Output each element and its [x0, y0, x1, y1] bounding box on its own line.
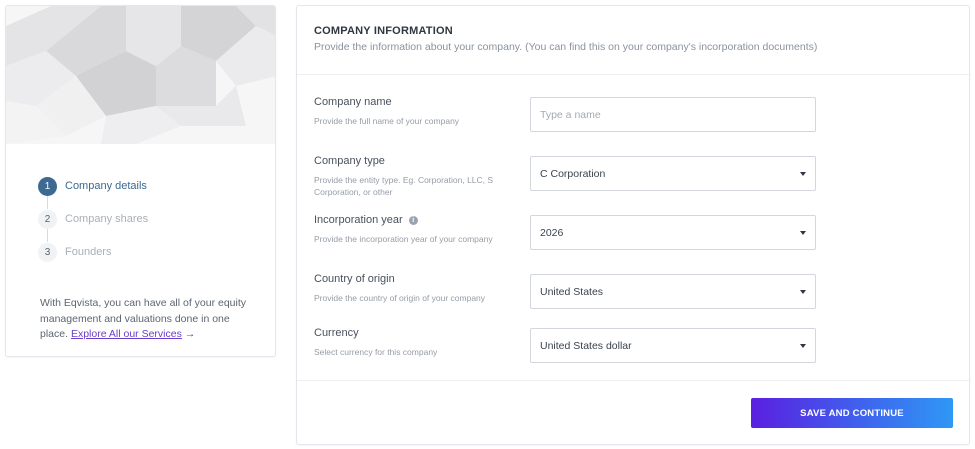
chevron-down-icon	[800, 231, 806, 235]
footer-divider	[297, 380, 969, 381]
currency-label: Currency	[314, 327, 359, 339]
company-name-input[interactable]	[530, 97, 816, 132]
section-subtitle: Provide the information about your compa…	[314, 41, 818, 53]
currency-select[interactable]: United States dollar	[530, 328, 816, 363]
incorporation-year-label-text: Incorporation year	[314, 214, 403, 226]
company-name-help: Provide the full name of your company	[314, 116, 460, 126]
step-number: 1	[38, 176, 57, 196]
country-help: Provide the country of origin of your co…	[314, 293, 486, 303]
company-type-label: Company type	[314, 155, 385, 167]
company-type-help: Provide the entity type. Eg. Corporation…	[314, 175, 494, 197]
chevron-down-icon	[800, 344, 806, 348]
section-title: COMPANY INFORMATION	[314, 25, 453, 37]
explore-services-link[interactable]: Explore All our Services	[71, 328, 182, 340]
geometric-pattern-image	[6, 6, 275, 144]
incorporation-year-value: 2026	[540, 226, 564, 239]
step-connector	[47, 196, 48, 209]
arrow-right-icon[interactable]: →	[185, 328, 196, 340]
step-label: Company details	[65, 180, 147, 192]
step-label: Company shares	[65, 213, 149, 225]
country-value: United States	[540, 285, 604, 298]
step-connector	[47, 229, 48, 242]
incorporation-year-select[interactable]: 2026	[530, 215, 816, 250]
form-header: COMPANY INFORMATION Provide the informat…	[297, 6, 969, 75]
country-label: Country of origin	[314, 273, 395, 285]
services-promo: With Eqvista, you can have all of your e…	[40, 296, 260, 343]
step-number: 3	[38, 242, 57, 262]
save-and-continue-button[interactable]: SAVE AND CONTINUE	[751, 398, 953, 428]
currency-help: Select currency for this company	[314, 347, 438, 357]
company-type-select[interactable]: C Corporation	[530, 156, 816, 191]
company-information-form: COMPANY INFORMATION Provide the informat…	[296, 5, 970, 445]
currency-label-text: Currency	[314, 327, 359, 339]
company-name-label-text: Company name	[314, 96, 392, 108]
onboarding-sidebar: 1 Company details 2 Company shares 3 Fou…	[5, 5, 276, 357]
company-type-value: C Corporation	[540, 167, 606, 180]
country-label-text: Country of origin	[314, 273, 395, 285]
step-company-shares[interactable]: 2 Company shares	[38, 209, 238, 229]
hero-illustration	[6, 6, 275, 144]
step-number: 2	[38, 209, 57, 229]
chevron-down-icon	[800, 290, 806, 294]
step-founders[interactable]: 3 Founders	[38, 242, 238, 262]
currency-value: United States dollar	[540, 339, 632, 352]
country-select[interactable]: United States	[530, 274, 816, 309]
incorporation-year-help: Provide the incorporation year of your c…	[314, 234, 493, 244]
chevron-down-icon	[800, 172, 806, 176]
company-type-label-text: Company type	[314, 155, 385, 167]
incorporation-year-label: Incorporation year i	[314, 214, 418, 226]
step-company-details[interactable]: 1 Company details	[38, 176, 238, 196]
step-label: Founders	[65, 246, 112, 258]
info-icon[interactable]: i	[408, 215, 418, 225]
company-name-label: Company name	[314, 96, 392, 108]
